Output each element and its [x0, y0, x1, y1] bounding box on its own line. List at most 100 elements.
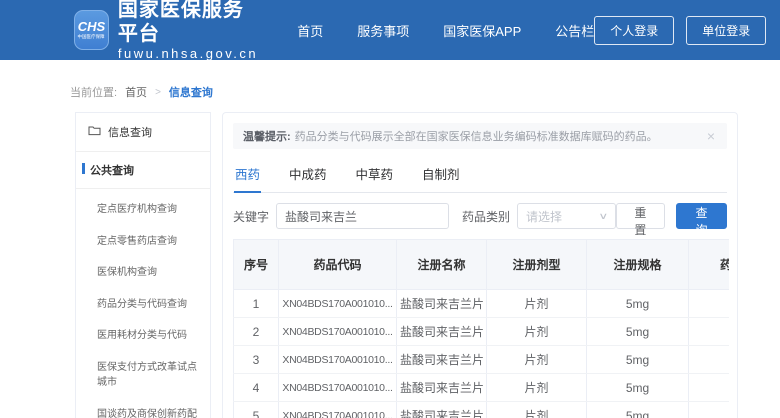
sidebar-item-designated-medical-institutions[interactable]: 定点医疗机构查询 [76, 194, 210, 226]
notice-bar: 温馨提示: 药品分类与代码展示全部在国家医保信息业务编码标准数据库赋码的药品。 … [233, 123, 727, 149]
cell-index: 5 [234, 402, 279, 418]
category-label: 药品类别 [462, 208, 510, 225]
site-url: fuwu.nhsa.gov.cn [118, 46, 263, 62]
sidebar: 信息查询 公共查询 定点医疗机构查询 定点零售药店查询 医保机构查询 药品分类与… [75, 112, 211, 418]
cell-specification: 5mg [587, 374, 689, 402]
cell-index: 4 [234, 374, 279, 402]
cell-drug-code: XN04BDS170A001010... [279, 290, 397, 318]
cell-dosage-form: 片剂 [487, 402, 587, 418]
notice-text: 药品分类与代码展示全部在国家医保信息业务编码标准数据库赋码的药品。 [295, 128, 658, 144]
cell-dosage-form: 片剂 [487, 290, 587, 318]
nav-item-services[interactable]: 服务事项 [357, 21, 409, 40]
sidebar-section-public-query[interactable]: 公共查询 [76, 152, 210, 189]
breadcrumb-home-link[interactable]: 首页 [125, 84, 147, 100]
logo[interactable]: CHS 中国医疗保障 国家医保服务平台 fuwu.nhsa.gov.cn [74, 0, 263, 62]
site-title: 国家医保服务平台 [118, 0, 263, 46]
cell-dosage-form: 片剂 [487, 318, 587, 346]
nav-item-bulletin[interactable]: 公告栏 [555, 21, 594, 40]
col-header-dosage-form: 注册剂型 [487, 240, 587, 290]
table-row: 4 XN04BDS170A001010... 盐酸司来吉兰片 片剂 5mg [234, 374, 730, 402]
cell-drug-code: XN04BDS170A001010... [279, 402, 397, 418]
sidebar-header-label: 信息查询 [108, 124, 152, 140]
breadcrumb-prefix: 当前位置: [70, 84, 117, 100]
app-header: CHS 中国医疗保障 国家医保服务平台 fuwu.nhsa.gov.cn 首页 … [0, 0, 780, 60]
breadcrumb-separator-icon: > [155, 87, 161, 98]
table-row: 1 XN04BDS170A001010... 盐酸司来吉兰片 片剂 5mg [234, 290, 730, 318]
nav-item-home[interactable]: 首页 [297, 21, 323, 40]
breadcrumb: 当前位置: 首页 > 信息查询 [70, 84, 213, 100]
cell-clipped [689, 402, 730, 418]
results-table-scroll-area[interactable]: 序号 药品代码 注册名称 注册剂型 注册规格 药 1 XN04BDS170A00… [233, 239, 729, 418]
logo-badge-subtext: 中国医疗保障 [78, 34, 105, 40]
cell-clipped [689, 290, 730, 318]
personal-login-button[interactable]: 个人登录 [594, 16, 674, 45]
page: CHS 中国医疗保障 国家医保服务平台 fuwu.nhsa.gov.cn 首页 … [0, 0, 780, 418]
cell-registered-name: 盐酸司来吉兰片 [397, 374, 487, 402]
cell-specification: 5mg [587, 346, 689, 374]
top-nav: 首页 服务事项 国家医保APP 公告栏 [297, 21, 594, 40]
cell-drug-code: XN04BDS170A001010... [279, 346, 397, 374]
notice-prefix: 温馨提示: [243, 128, 291, 144]
search-filters: 关键字 药品类别 请选择 ∨ 重置 查询 [233, 203, 727, 229]
col-header-clipped: 药 [689, 240, 730, 290]
breadcrumb-current[interactable]: 信息查询 [169, 84, 213, 100]
sidebar-item-negotiated-drugs-institutions[interactable]: 国谈药及商保创新药配备机构查询 [76, 399, 210, 418]
tab-chinese-herbal-medicine[interactable]: 中草药 [355, 155, 395, 193]
folder-icon [88, 125, 101, 139]
col-header-drug-code: 药品代码 [279, 240, 397, 290]
table-header-row: 序号 药品代码 注册名称 注册剂型 注册规格 药 [234, 240, 730, 290]
cell-specification: 5mg [587, 290, 689, 318]
cell-registered-name: 盐酸司来吉兰片 [397, 318, 487, 346]
cell-clipped [689, 346, 730, 374]
table-row: 2 XN04BDS170A001010... 盐酸司来吉兰片 片剂 5mg [234, 318, 730, 346]
category-placeholder: 请选择 [526, 208, 600, 225]
cell-registered-name: 盐酸司来吉兰片 [397, 346, 487, 374]
table-body: 1 XN04BDS170A001010... 盐酸司来吉兰片 片剂 5mg 2 … [234, 290, 730, 418]
sidebar-item-payment-reform-cities[interactable]: 医保支付方式改革试点城市 [76, 352, 210, 399]
sidebar-item-insurance-agencies[interactable]: 医保机构查询 [76, 257, 210, 289]
tab-western-medicine[interactable]: 西药 [234, 155, 261, 193]
nav-item-app[interactable]: 国家医保APP [443, 21, 521, 40]
sidebar-header-info-query[interactable]: 信息查询 [76, 113, 210, 152]
main-panel: 温馨提示: 药品分类与代码展示全部在国家医保信息业务编码标准数据库赋码的药品。 … [222, 112, 738, 418]
sidebar-item-designated-pharmacies[interactable]: 定点零售药店查询 [76, 226, 210, 258]
cell-index: 3 [234, 346, 279, 374]
col-header-specification: 注册规格 [587, 240, 689, 290]
cell-registered-name: 盐酸司来吉兰片 [397, 290, 487, 318]
drug-type-tabs: 西药 中成药 中草药 自制剂 [233, 155, 727, 193]
sidebar-menu: 定点医疗机构查询 定点零售药店查询 医保机构查询 药品分类与代码查询 医用耗材分… [76, 189, 210, 418]
sidebar-section-label: 公共查询 [90, 165, 134, 177]
tab-chinese-patent-medicine[interactable]: 中成药 [288, 155, 328, 193]
cell-specification: 5mg [587, 402, 689, 418]
table-row: 5 XN04BDS170A001010... 盐酸司来吉兰片 片剂 5mg [234, 402, 730, 418]
chevron-down-icon: ∨ [599, 211, 609, 222]
sidebar-item-drug-classification-code[interactable]: 药品分类与代码查询 [76, 289, 210, 321]
tab-self-prepared[interactable]: 自制剂 [421, 155, 461, 193]
results-table: 序号 药品代码 注册名称 注册剂型 注册规格 药 1 XN04BDS170A00… [233, 239, 729, 418]
keyword-input[interactable] [276, 203, 449, 229]
cell-index: 2 [234, 318, 279, 346]
col-header-registered-name: 注册名称 [397, 240, 487, 290]
cell-specification: 5mg [587, 318, 689, 346]
cell-clipped [689, 374, 730, 402]
cell-registered-name: 盐酸司来吉兰片 [397, 402, 487, 418]
table-row: 3 XN04BDS170A001010... 盐酸司来吉兰片 片剂 5mg [234, 346, 730, 374]
cell-dosage-form: 片剂 [487, 346, 587, 374]
search-button[interactable]: 查询 [676, 203, 727, 229]
logo-text: 国家医保服务平台 fuwu.nhsa.gov.cn [118, 0, 263, 62]
cell-drug-code: XN04BDS170A001010... [279, 374, 397, 402]
cell-dosage-form: 片剂 [487, 374, 587, 402]
cell-drug-code: XN04BDS170A001010... [279, 318, 397, 346]
sidebar-item-medical-consumables[interactable]: 医用耗材分类与代码 [76, 320, 210, 352]
category-select[interactable]: 请选择 ∨ [517, 203, 616, 229]
close-icon[interactable]: × [705, 128, 717, 144]
col-header-index: 序号 [234, 240, 279, 290]
login-buttons: 个人登录 单位登录 [594, 16, 766, 45]
chs-logo-icon: CHS 中国医疗保障 [74, 10, 109, 50]
cell-index: 1 [234, 290, 279, 318]
keyword-label: 关键字 [233, 208, 269, 225]
reset-button[interactable]: 重置 [616, 203, 665, 229]
logo-badge-text: CHS [78, 20, 105, 34]
cell-clipped [689, 318, 730, 346]
unit-login-button[interactable]: 单位登录 [686, 16, 766, 45]
